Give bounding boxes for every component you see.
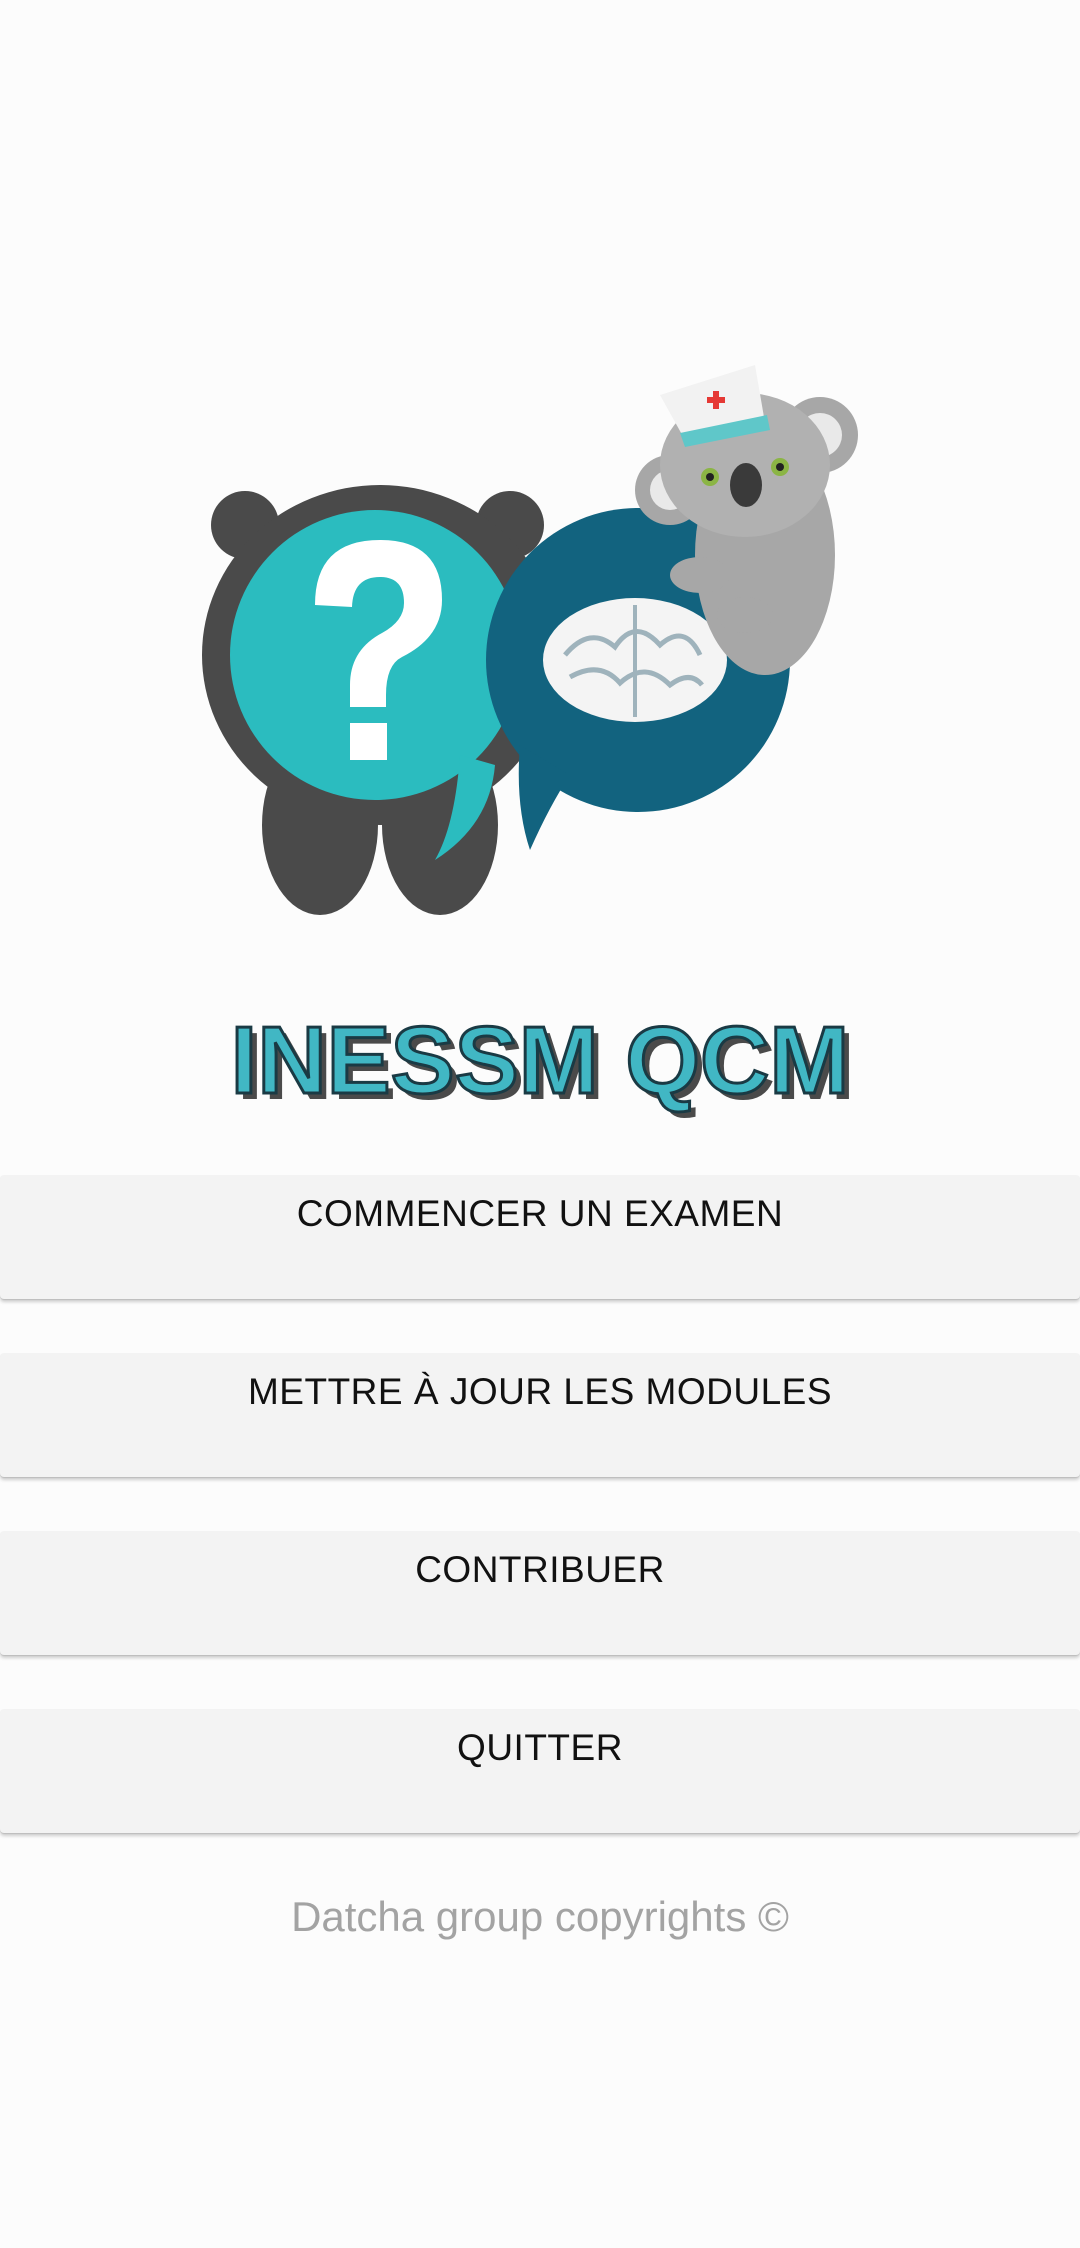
koala-bear-quiz-logo — [202, 365, 858, 915]
svg-text:INESSM QCM: INESSM QCM — [231, 1007, 850, 1114]
quit-button[interactable]: QUITTER — [0, 1709, 1080, 1833]
contribute-button[interactable]: CONTRIBUER — [0, 1531, 1080, 1655]
update-modules-button[interactable]: METTRE À JOUR LES MODULES — [0, 1353, 1080, 1477]
copyright-footer: Datcha group copyrights © — [291, 1893, 789, 1940]
update-modules-label: METTRE À JOUR LES MODULES — [247, 1371, 833, 1412]
start-exam-button[interactable]: COMMENCER UN EXAMEN — [0, 1175, 1080, 1299]
quit-label: QUITTER — [457, 1727, 623, 1768]
app-wordmark: INESSM QCM INESSM QCM — [229, 1006, 855, 1121]
contribute-label: CONTRIBUER — [415, 1549, 665, 1590]
start-exam-label: COMMENCER UN EXAMEN — [296, 1193, 784, 1234]
home-screen: INESSM QCM INESSM QCM COMMENCER UN EXAME… — [0, 0, 1080, 2248]
